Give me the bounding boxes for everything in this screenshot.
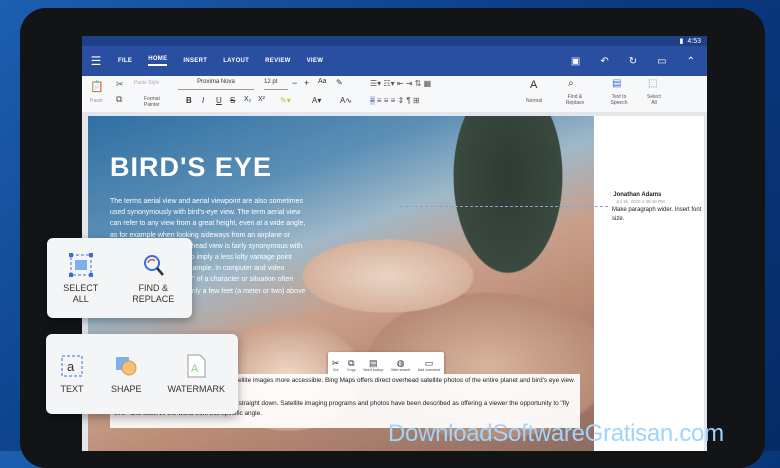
ctx-web-search[interactable]: ◍ Web search [391, 358, 410, 372]
strikethrough-icon[interactable]: S [230, 96, 235, 105]
text-box-icon: a [61, 355, 83, 377]
select-find-card: SELECT ALL FIND & REPLACE [47, 238, 192, 318]
align-icons[interactable]: ≡ ≡ ≡ ≡ ⇕ ¶ ⊞ [370, 96, 420, 105]
style-normal-label[interactable]: Normal [526, 98, 542, 104]
paste-label: Paste [90, 98, 103, 104]
highlight-icon[interactable]: ✎▾ [280, 96, 291, 105]
font-decrease-icon[interactable]: − [292, 78, 297, 88]
svg-text:A: A [191, 363, 199, 375]
menu-view[interactable]: VIEW [307, 58, 324, 64]
find-replace-icon [144, 254, 165, 276]
collapse-ribbon-icon[interactable]: ⌃ [687, 56, 695, 67]
menu-home[interactable]: HOME [148, 56, 168, 66]
comment-bubble-icon: ◌ [608, 192, 612, 198]
underline-icon[interactable]: U [216, 96, 222, 105]
comment-date: Jul 16, 2020 1:48:48 PM [616, 199, 665, 204]
insert-card: a TEXT SHAPE A WATERMARK [46, 334, 238, 414]
ctx-word-lookup[interactable]: ▤ Word lookup [363, 358, 383, 372]
insert-text-button[interactable]: a TEXT [59, 353, 85, 395]
hamburger-menu-icon[interactable]: ☰ [82, 54, 110, 68]
menu-review[interactable]: REVIEW [265, 58, 290, 64]
svg-text:a: a [67, 359, 75, 374]
site-watermark: DownloadSoftwareGratisan.com [388, 420, 724, 447]
ctx-add-comment[interactable]: ▭ Add comment [418, 358, 440, 372]
paste-style-button[interactable]: Paste Style [134, 80, 164, 86]
menu-layout[interactable]: LAYOUT [223, 58, 249, 64]
menu-insert[interactable]: INSERT [183, 58, 207, 64]
comment-connector-line [400, 206, 608, 207]
comment-card[interactable]: ◌ Jonathan Adams Jul 16, 2020 1:48:48 PM… [608, 192, 704, 224]
insert-watermark-label: WATERMARK [167, 384, 225, 394]
bullets-icon[interactable]: ☰▾ ☷▾ ⇤ ⇥ ⇅ ▦ [370, 79, 431, 88]
select-all-icon [68, 252, 93, 277]
select-all-ribbon-icon[interactable]: ⬚ [648, 78, 657, 89]
redo-icon[interactable]: ↻ [629, 56, 637, 67]
save-icon[interactable]: ▣ [571, 56, 580, 67]
insert-text-label: TEXT [60, 384, 84, 394]
watermark-icon: A [187, 354, 206, 378]
comment-author: ◌ Jonathan Adams [608, 192, 662, 198]
comment-text: Make paragraph wider. Insert font size. [612, 207, 702, 222]
shape-icon [116, 357, 137, 376]
globe-icon: ◍ [396, 358, 405, 368]
paste-icon[interactable]: 📋 [90, 80, 104, 93]
insert-shape-label: SHAPE [110, 384, 142, 394]
subscript-icon[interactable]: X₂ [244, 96, 251, 103]
ctx-copy[interactable]: ⧉ Copy [347, 358, 355, 372]
bold-icon[interactable]: B [186, 96, 192, 105]
text-to-speech-icon[interactable]: ▤ [612, 78, 621, 89]
menu-bar: ☰ FILE HOME INSERT LAYOUT REVIEW VIEW ▣ … [82, 46, 707, 76]
status-time: 4:53 [687, 37, 701, 45]
find-replace-icon[interactable]: ⌕ [568, 78, 574, 89]
find-replace-label: FIND & REPLACE [132, 282, 175, 304]
select-all-ribbon-button[interactable]: Select All [644, 94, 664, 106]
copy-icon[interactable]: ⧉ [116, 94, 122, 105]
text-effect-icon[interactable]: A∿ [340, 96, 352, 105]
text-to-speech-button[interactable]: Text to Speech [606, 94, 632, 106]
superscript-icon[interactable]: X² [258, 96, 265, 103]
find-replace-button[interactable]: FIND & REPLACE [128, 252, 178, 305]
find-replace-ribbon-button[interactable]: Find & Replace [562, 94, 588, 106]
document-title[interactable]: BIRD'S EYE [110, 152, 272, 183]
select-all-label: SELECT ALL [63, 282, 99, 304]
insert-shape-button[interactable]: SHAPE [110, 353, 142, 395]
menu-file[interactable]: FILE [118, 58, 132, 64]
cut-icon: ✂ [331, 358, 340, 368]
cut-icon[interactable]: ✂ [116, 79, 124, 90]
status-bar: ▮ 4:53 [82, 36, 707, 46]
format-painter-button[interactable]: Format Painter [144, 96, 168, 108]
reading-mode-icon[interactable]: ▭ [657, 56, 666, 67]
font-color-icon[interactable]: A▾ [312, 96, 321, 105]
ctx-cut[interactable]: ✂ Cut [332, 358, 340, 372]
undo-icon[interactable]: ↶ [600, 56, 608, 67]
comment-icon: ▭ [424, 358, 434, 368]
change-case-icon[interactable]: Aa [318, 78, 327, 85]
font-size-select[interactable]: 12 pt [264, 79, 288, 90]
book-icon: ▤ [369, 358, 378, 368]
italic-icon[interactable]: I [202, 96, 204, 105]
select-all-button[interactable]: SELECT ALL [61, 252, 101, 305]
copy-icon: ⧉ [348, 358, 355, 368]
insert-watermark-button[interactable]: A WATERMARK [167, 353, 225, 395]
font-increase-icon[interactable]: + [304, 78, 309, 88]
battery-icon: ▮ [679, 38, 684, 45]
comment-pane [594, 116, 704, 451]
clear-format-icon[interactable]: ✎ [336, 78, 343, 87]
normal-style-icon[interactable]: A [530, 79, 537, 91]
ribbon-toolbar: 📋 Paste ✂ ⧉ Paste Style Format Painter P… [82, 76, 707, 113]
font-name-select[interactable]: Proxima Nova [178, 79, 254, 90]
